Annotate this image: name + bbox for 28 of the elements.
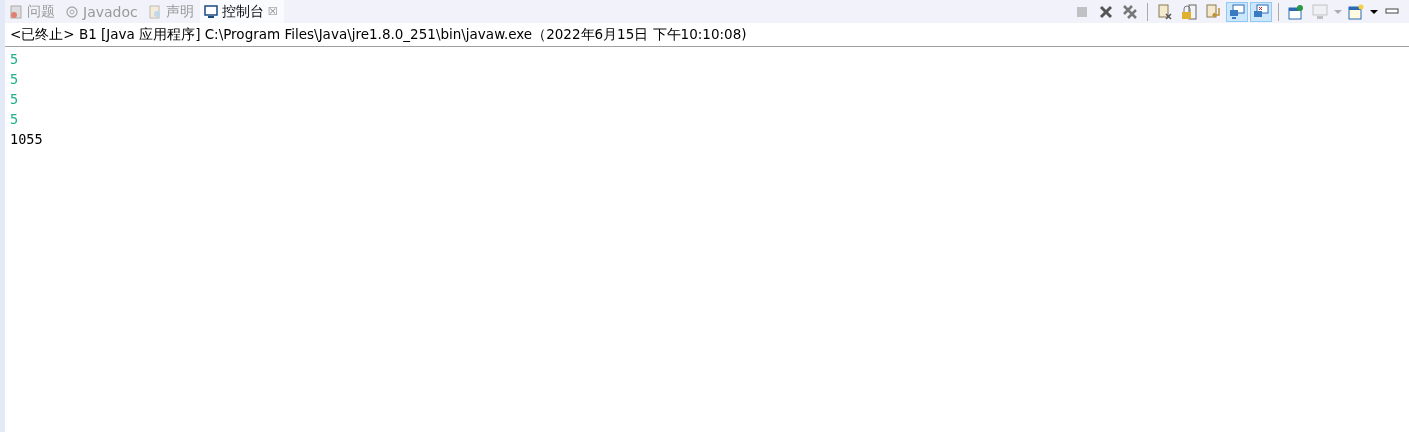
console-header: <已终止> B1 [Java 应用程序] C:\Program Files\Java\jre1.8.0_251\bin\javaw.exe（2022年6月15日 下午10:10:08) [5, 23, 1409, 47]
tab[interactable]: 声明 [143, 0, 200, 23]
close-icon[interactable]: ☒ [267, 5, 278, 18]
at-icon [65, 4, 79, 19]
monitor-icon [203, 4, 218, 19]
tab[interactable]: Javadoc [61, 0, 144, 23]
document-x-icon [1157, 3, 1173, 20]
output-line: 5 [10, 90, 20, 109]
output-line: 1055 [10, 130, 44, 149]
document-arrow-icon [1205, 3, 1221, 20]
output-line: 5 [10, 110, 20, 129]
monitor-error-icon [1253, 3, 1269, 20]
problems-icon [9, 4, 23, 19]
caret-icon [1370, 9, 1378, 14]
monitor-icon [1312, 3, 1328, 20]
tab[interactable]: 问题 [5, 0, 61, 23]
toolbar-button[interactable] [1369, 8, 1379, 15]
window-pin-icon [1288, 3, 1304, 20]
document-icon [147, 4, 162, 19]
window-plus-icon [1348, 3, 1364, 20]
tab[interactable]: 控制台 ☒ [199, 0, 284, 23]
double-x-icon [1122, 3, 1138, 20]
output-line: 5 [10, 70, 20, 89]
caret-icon [1334, 9, 1342, 14]
output-line: 5 [10, 50, 20, 69]
lock-icon [1181, 3, 1197, 20]
monitor-icon [1229, 3, 1245, 20]
close-icon [1098, 3, 1114, 20]
